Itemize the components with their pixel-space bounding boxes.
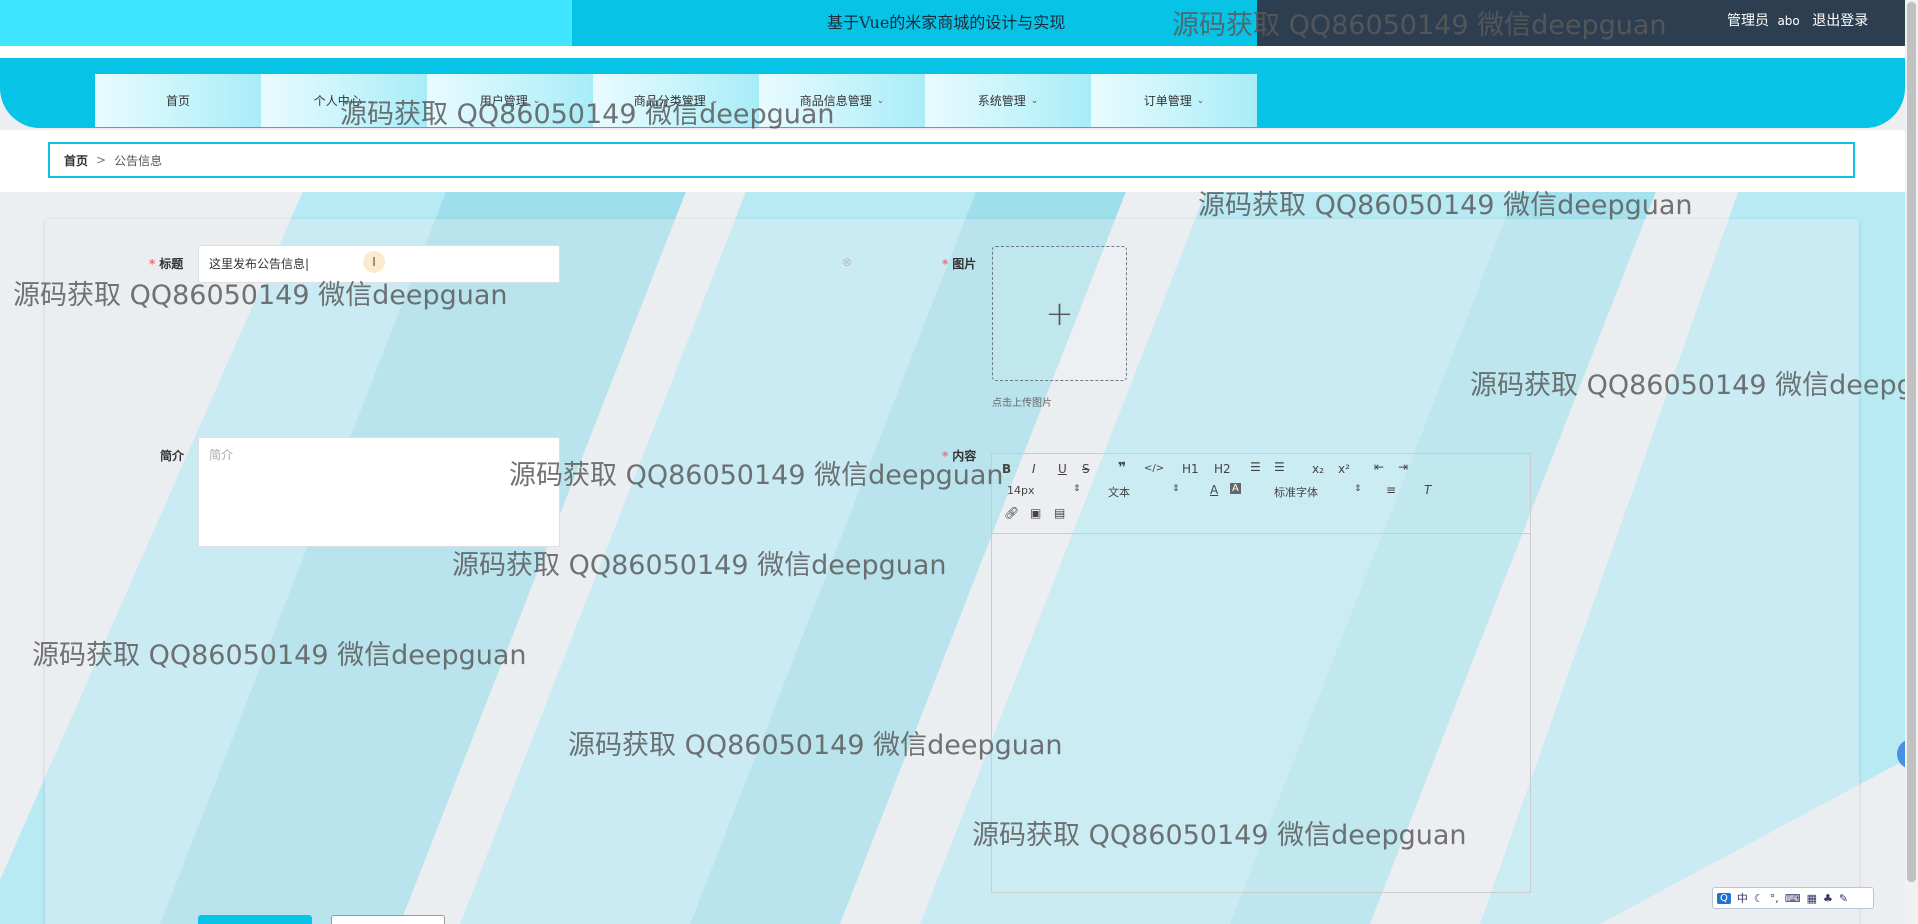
nav-item-products[interactable]: 商品信息管理 ⌄ <box>759 74 925 127</box>
grid-icon[interactable]: ▦ <box>1807 892 1817 905</box>
font-family-select[interactable]: 标准字体 ⇕ <box>1274 484 1364 500</box>
select-arrow-icon: ⇕ <box>1354 484 1362 494</box>
nav-item-label: 订单管理 <box>1143 94 1192 108</box>
image-label: * 图片 <box>942 255 976 272</box>
scrollbar-thumb[interactable] <box>1907 2 1916 882</box>
required-mark: * <box>942 257 949 271</box>
image-icon[interactable]: ▣ <box>1030 506 1041 520</box>
font-family-value: 标准字体 <box>1274 486 1318 499</box>
underline-icon[interactable]: U <box>1058 462 1067 476</box>
strike-icon[interactable]: S <box>1082 462 1090 476</box>
ime-lang[interactable]: 中 <box>1737 890 1748 906</box>
nav-item-label: 用户管理 <box>479 94 528 108</box>
nav-item-users[interactable]: 用户管理 ⌄ <box>427 74 593 127</box>
intro-label: 简介 <box>160 449 185 463</box>
rich-text-editor: B I U S ❞ </> H1 H2 ☰ ☰ x₂ x² ⇤ ⇥ 14px ⇕ … <box>991 453 1531 893</box>
cancel-button[interactable] <box>331 915 445 924</box>
editor-toolbar: B I U S ❞ </> H1 H2 ☰ ☰ x₂ x² ⇤ ⇥ 14px ⇕ … <box>992 454 1530 534</box>
header2-icon[interactable]: H2 <box>1214 462 1231 476</box>
breadcrumb-home[interactable]: 首页 <box>64 152 88 169</box>
chevron-down-icon: ⌄ <box>1030 95 1039 106</box>
user-role: 管理员 <box>1727 13 1769 29</box>
image-upload-button[interactable]: + <box>992 246 1127 381</box>
title-label-text: 标题 <box>159 257 184 271</box>
site-title: 基于Vue的米家商城的设计与实现 <box>827 13 1066 32</box>
required-mark: * <box>942 449 949 463</box>
breadcrumb: 首页 > 公告信息 <box>48 142 1855 178</box>
wrench-icon[interactable]: ✎ <box>1839 892 1848 905</box>
italic-icon[interactable]: I <box>1032 462 1036 476</box>
outdent-icon[interactable]: ⇤ <box>1374 460 1384 474</box>
clear-format-icon[interactable]: T <box>1424 483 1431 497</box>
title-label: * 标题 <box>149 255 183 272</box>
image-label-text: 图片 <box>952 257 977 271</box>
nav-item-label: 商品分类管理 <box>633 94 706 108</box>
nav-item-system[interactable]: 系统管理 ⌄ <box>925 74 1091 127</box>
background-color-icon[interactable]: A <box>1230 483 1241 494</box>
required-mark: * <box>149 257 156 271</box>
chevron-right-icon: > <box>96 153 107 167</box>
upload-tip: 点击上传图片 <box>992 398 1052 409</box>
punctuation-icon[interactable]: °, <box>1770 892 1779 905</box>
intro-placeholder: 简介 <box>209 448 234 462</box>
page-scrollbar[interactable] <box>1905 0 1918 924</box>
header-light-block <box>0 0 572 46</box>
header-select[interactable]: 文本 ⇕ <box>1108 484 1188 500</box>
nav-item-label: 系统管理 <box>977 94 1026 108</box>
text-cursor-icon: I <box>363 251 385 273</box>
font-size-select[interactable]: 14px ⇕ <box>1007 484 1087 500</box>
chevron-down-icon: ⌄ <box>876 95 885 106</box>
intro-textarea[interactable]: 简介 <box>198 437 560 547</box>
chevron-down-icon: ⌄ <box>710 95 719 106</box>
content-label-text: 内容 <box>952 449 977 463</box>
shirt-icon[interactable]: ♣ <box>1823 892 1833 905</box>
superscript-icon[interactable]: x² <box>1338 462 1350 476</box>
link-icon[interactable]: 🔗︎ <box>1004 506 1019 520</box>
username: abo <box>1777 14 1800 28</box>
submit-button[interactable] <box>198 915 312 924</box>
video-icon[interactable]: ▤ <box>1054 506 1065 520</box>
bullet-list-icon[interactable]: ☰ <box>1274 460 1285 474</box>
keyboard-icon[interactable]: ⌨ <box>1785 892 1801 905</box>
nav-item-label: 个人中心 <box>313 94 362 108</box>
logout-link[interactable]: 退出登录 <box>1812 13 1868 29</box>
moon-icon[interactable]: ☾ <box>1754 892 1764 905</box>
subscript-icon[interactable]: x₂ <box>1312 462 1324 476</box>
ime-toolbar[interactable]: Q 中 ☾ °, ⌨ ▦ ♣ ✎ <box>1712 887 1874 909</box>
ime-logo-icon: Q <box>1717 892 1731 904</box>
code-block-icon[interactable]: </> <box>1144 463 1164 474</box>
font-color-icon[interactable]: A <box>1210 483 1218 497</box>
bold-icon[interactable]: B <box>1002 462 1011 476</box>
indent-icon[interactable]: ⇥ <box>1398 460 1408 474</box>
nav-item-label: 商品信息管理 <box>799 94 872 108</box>
nav-item-orders[interactable]: 订单管理 ⌄ <box>1091 74 1257 127</box>
user-area: 管理员 abo 退出登录 <box>1727 10 1872 30</box>
header-value: 文本 <box>1108 486 1130 499</box>
plus-icon: + <box>1045 293 1074 334</box>
clear-icon[interactable]: ⊗ <box>842 255 852 269</box>
ordered-list-icon[interactable]: ☰ <box>1250 460 1261 474</box>
header-divider <box>0 46 1905 58</box>
breadcrumb-bar: 首页 > 公告信息 <box>0 130 1905 192</box>
title-input-value: 这里发布公告信息 <box>209 257 306 271</box>
nav-item-profile[interactable]: 个人中心 ⌄ <box>261 74 427 127</box>
nav-item-category[interactable]: 商品分类管理 ⌄ <box>593 74 759 127</box>
nav-item-home[interactable]: 首页 <box>95 74 261 127</box>
select-arrow-icon: ⇕ <box>1172 484 1180 494</box>
chevron-down-icon: ⌄ <box>366 95 375 106</box>
breadcrumb-current: 公告信息 <box>114 153 163 168</box>
chevron-down-icon: ⌄ <box>532 95 541 106</box>
header1-icon[interactable]: H1 <box>1182 462 1199 476</box>
main-nav: 首页 个人中心 ⌄ 用户管理 ⌄ 商品分类管理 ⌄ 商品信息管理 ⌄ 系统管理 ⌄ 订单管… <box>95 74 1257 127</box>
chevron-down-icon: ⌄ <box>1196 95 1205 106</box>
content-label: * 内容 <box>942 447 976 464</box>
form-card: * 标题 这里发布公告信息| I ⊗ * 图片 + 点击上传图片 简介 简介 * 内容… <box>45 219 1859 924</box>
font-size-value: 14px <box>1007 484 1035 497</box>
nav-item-label: 首页 <box>165 94 190 108</box>
align-icon[interactable]: ≡ <box>1386 483 1396 497</box>
select-arrow-icon: ⇕ <box>1073 484 1081 494</box>
blockquote-icon[interactable]: ❞ <box>1118 460 1126 476</box>
